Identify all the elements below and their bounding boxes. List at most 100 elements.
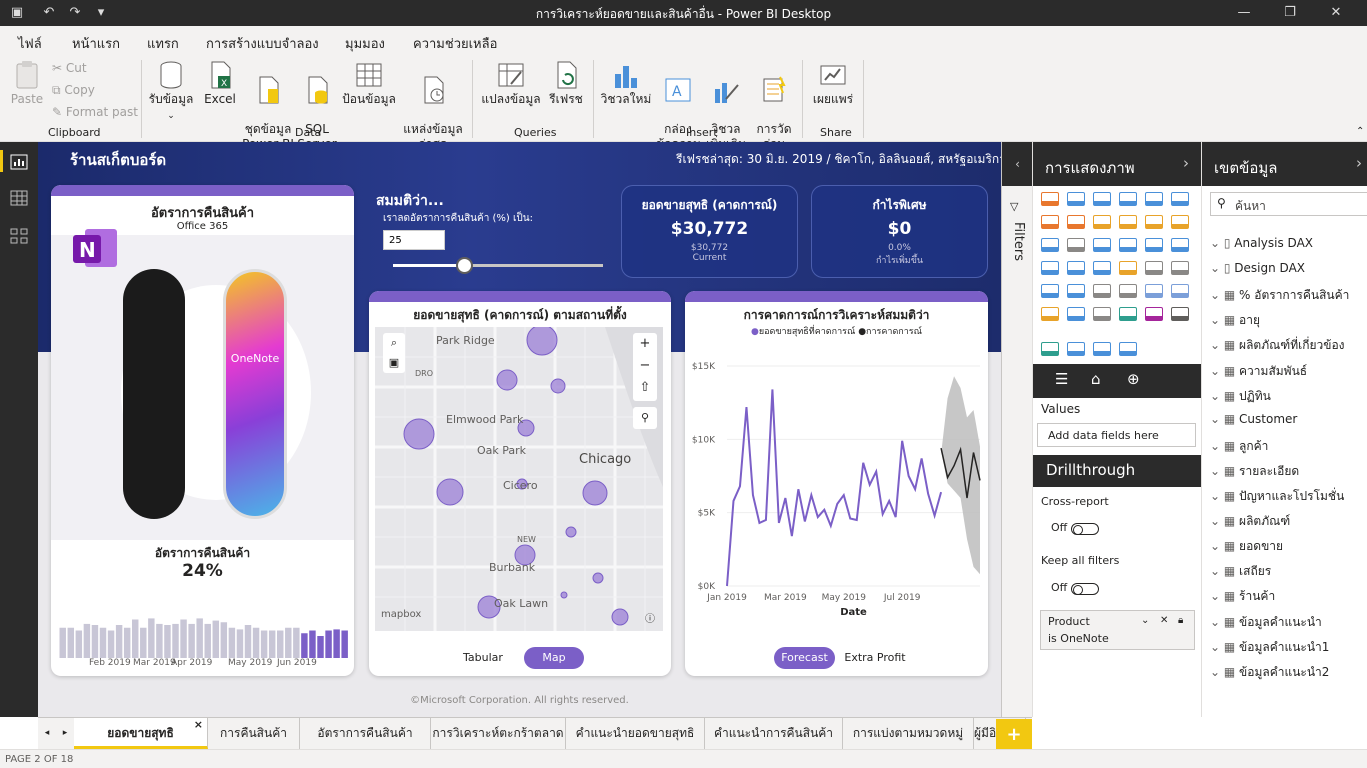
publish-button[interactable]: เผยแพร่ [808,60,858,107]
add-page-button[interactable]: + [996,719,1032,750]
transform-data-button[interactable]: แปลงข้อมูล [478,60,544,107]
visual-type-icon[interactable] [1041,192,1059,206]
data-view-icon[interactable] [9,188,29,208]
page-tab[interactable]: คำแนะนำการคืนสินค้า [705,718,843,749]
menu-modeling[interactable]: การสร้างแบบจำลอง [206,33,319,54]
map-info-icon[interactable]: ⓘ [645,610,655,625]
page-tab[interactable]: อัตราการคืนสินค้า [300,718,431,749]
powerbi-datasets-button[interactable]: ชุดข้อมูลPower BI [242,60,294,152]
filters-pane-collapsed[interactable]: ‹ ▽ Filters [1001,142,1033,717]
model-view-icon[interactable] [9,226,29,246]
field-table-item[interactable]: ⌄ ▦ ผลิตภัณฑ์ [1210,512,1290,531]
visual-type-icon[interactable] [1171,238,1189,252]
maximize-icon[interactable]: ❐ [1267,0,1313,26]
field-table-item[interactable]: ⌄ ▦ Customer [1210,412,1297,426]
page-tab[interactable]: การคืนสินค้า [208,718,300,749]
clear-filter-icon[interactable]: ✕ [1160,615,1168,626]
visual-type-icon[interactable] [1145,192,1163,206]
next-page-icon[interactable]: ▸ [56,718,74,749]
visual-type-icon[interactable] [1119,342,1137,356]
page-tab[interactable]: การแบ่งตามหมวดหมู่ [843,718,974,749]
values-drop-zone[interactable]: Add data fields here [1037,423,1196,447]
visual-type-icon[interactable] [1041,261,1059,275]
drillthrough-filter-card[interactable]: Product is OneNote ⌄ ✕ 🔒︎ [1040,610,1195,650]
visual-type-icon[interactable] [1145,238,1163,252]
recent-sources-button[interactable]: แหล่งข้อมูลล่าสุด [402,60,464,152]
lasso-icon[interactable]: ⌕ [383,333,405,353]
visual-type-icon[interactable] [1171,192,1189,206]
field-table-item[interactable]: ⌄ ▦ ความสัมพันธ์ [1210,362,1307,381]
map-area[interactable]: Park Ridge Elmwood Park Oak Park Chicago… [375,324,663,631]
prev-page-icon[interactable]: ◂ [38,718,56,749]
visual-type-icon[interactable] [1119,261,1137,275]
field-table-item[interactable]: ⌄ ▦ ปฏิทิน [1210,387,1271,406]
visual-type-icon[interactable] [1119,284,1137,298]
fields-search-box[interactable]: ⚲ ค้นหา [1210,192,1367,216]
extra-profit-button[interactable]: Extra Profit [841,647,909,669]
page-tab[interactable]: ยอดขายสุทธิ × [74,718,208,749]
field-table-item[interactable]: ⌄ ▦ ปัญหาและโปรโมชั่น [1210,487,1344,506]
field-table-item[interactable]: ⌄ ▯ Design DAX [1210,261,1305,275]
fields-well-icon[interactable]: ☰ [1055,370,1068,388]
field-table-item[interactable]: ⌄ ▦ ข้อมูลคำแนะนำ [1210,613,1322,632]
visual-type-icon[interactable] [1145,284,1163,298]
field-table-item[interactable]: ⌄ ▦ รายละเอียด [1210,462,1299,481]
visual-type-icon[interactable] [1067,192,1085,206]
tabular-button[interactable]: Tabular [453,647,513,669]
visual-type-icon[interactable] [1119,307,1137,321]
zoom-out-icon[interactable]: − [633,355,657,377]
menu-help[interactable]: ความช่วยเหลือ [413,33,497,54]
refresh-button[interactable]: รีเฟรช [546,60,586,107]
field-table-item[interactable]: ⌄ ▦ ยอดขาย [1210,537,1283,556]
whatif-value-input[interactable] [383,230,445,250]
chevron-left-icon[interactable]: ‹ [1002,142,1033,186]
compass-icon[interactable]: ⇧ [633,377,657,399]
get-data-button[interactable]: รับข้อมูล ⌄ [146,60,196,124]
visual-type-icon[interactable] [1041,284,1059,298]
field-table-item[interactable]: ⌄ ▦ ผลิตภัณฑ์ที่เกี่ยวข้อง [1210,336,1345,355]
menu-insert[interactable]: แทรก [147,33,179,54]
cut-button[interactable]: ✂ Cut [52,61,87,75]
field-table-item[interactable]: ⌄ ▦ % อัตราการคืนสินค้า [1210,286,1349,305]
excel-button[interactable]: X Excel [200,60,240,107]
visual-type-icon[interactable] [1067,342,1085,356]
visual-type-icon[interactable] [1119,192,1137,206]
visual-type-icon[interactable] [1171,307,1189,321]
analytics-icon[interactable]: ⊕ [1127,370,1140,388]
zoom-in-icon[interactable]: + [633,333,657,355]
visual-type-icon[interactable] [1067,238,1085,252]
enter-data-button[interactable]: ป้อนข้อมูล [340,60,398,107]
visual-type-icon[interactable] [1145,261,1163,275]
menu-view[interactable]: มุมมอง [345,33,385,54]
field-table-item[interactable]: ⌄ ▦ ลูกค้า [1210,437,1268,456]
collapse-ribbon-icon[interactable]: ⌃ [1356,126,1364,137]
field-table-item[interactable]: ⌄ ▦ ข้อมูลคำแนะนำ2 [1210,663,1329,682]
visual-type-icon[interactable] [1171,215,1189,229]
visual-type-icon[interactable] [1119,215,1137,229]
format-painter-button[interactable]: ✎ Format past [52,105,138,119]
close-icon[interactable]: ✕ [1313,0,1359,26]
map-button[interactable]: Map [524,647,584,669]
lock-icon[interactable]: 🔒︎ [1178,615,1183,626]
visual-type-icon[interactable] [1171,261,1189,275]
visual-type-icon[interactable] [1067,284,1085,298]
chevron-right-icon[interactable]: › [1356,154,1362,172]
visual-type-icon[interactable] [1067,215,1085,229]
visual-type-icon[interactable] [1067,307,1085,321]
visual-type-icon[interactable] [1093,284,1111,298]
visual-type-icon[interactable] [1145,307,1163,321]
field-table-item[interactable]: ⌄ ▦ ร้านค้า [1210,587,1275,606]
field-table-item[interactable]: ⌄ ▯ Analysis DAX [1210,236,1313,250]
field-table-item[interactable]: ⌄ ▦ ข้อมูลคำแนะนำ1 [1210,638,1329,657]
visual-type-icon[interactable] [1093,192,1111,206]
close-tab-icon[interactable]: × [194,718,203,740]
keep-filters-toggle[interactable] [1071,583,1099,595]
page-tab[interactable]: การวิเคราะห์ตะกร้าตลาด [431,718,566,749]
menu-file[interactable]: ไฟล์ [18,33,42,54]
field-table-item[interactable]: ⌄ ▦ อายุ [1210,311,1260,330]
visual-type-icon[interactable] [1093,215,1111,229]
visual-type-icon[interactable] [1145,215,1163,229]
visual-type-icon[interactable] [1041,307,1059,321]
minimize-icon[interactable]: — [1221,0,1267,26]
page-tab[interactable]: คำแนะนำยอดขายสุทธิ [566,718,705,749]
